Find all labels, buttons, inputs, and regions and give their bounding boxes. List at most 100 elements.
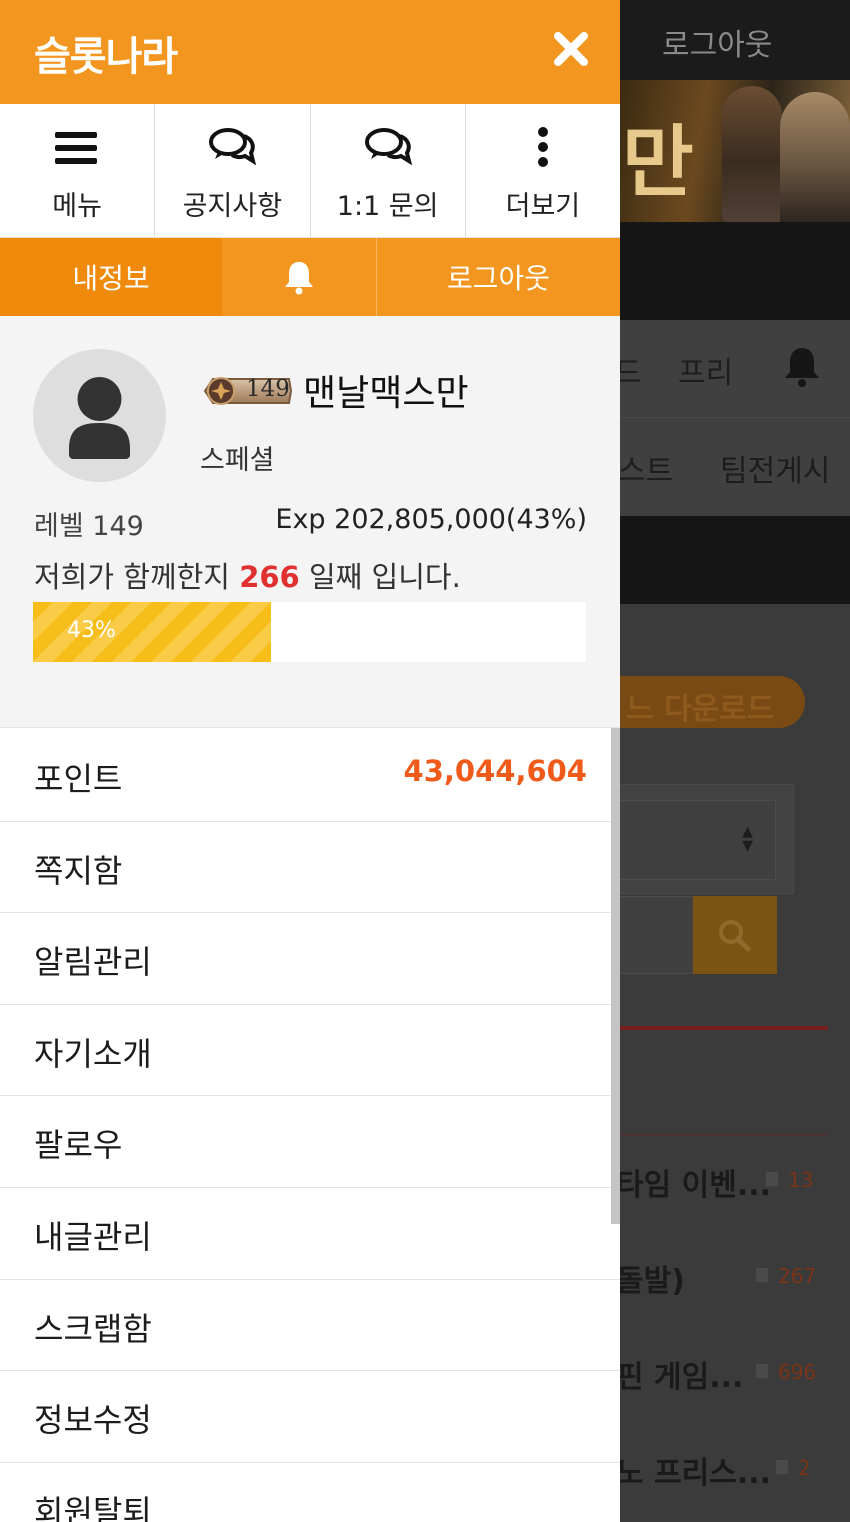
sort-arrows-icon: ▴ ▾	[741, 819, 753, 858]
search-icon	[719, 920, 751, 952]
tab-my-info[interactable]: 내정보	[0, 238, 222, 316]
bg-nav-row: 스트 팀전게시	[620, 418, 850, 516]
bg-download-button[interactable]: 느 다운로드	[620, 676, 805, 728]
tab-label: 로그아웃	[446, 262, 551, 295]
exp-progress-label: 43%	[67, 618, 116, 643]
quick-nav-inquiry[interactable]: 1:1 문의	[311, 104, 466, 237]
level-text: 레벨 149	[34, 511, 144, 542]
bg-search-button[interactable]	[693, 896, 777, 974]
membership-days: 저희가 함께한지 266 일째 입니다.	[34, 554, 461, 596]
bg-nav-item[interactable]: 스트	[620, 446, 673, 490]
days-value: 266	[239, 560, 300, 594]
bg-content: 느 다운로드 ▴ ▾ 타임 이벤... 13 돌발) 267 핀 게임... 6…	[620, 604, 850, 1522]
bg-list-count: 267	[778, 1264, 817, 1288]
side-drawer: 슬롯나라 메뉴 공지사항 1:1 문의 더보기 내정보 로그아웃 149 맨날맥…	[0, 0, 620, 1522]
bg-bell-icon[interactable]	[782, 344, 822, 388]
bg-list-title: 노 프리스...	[620, 1456, 772, 1491]
exp-text: Exp 202,805,000(43%)	[275, 504, 587, 535]
bg-list-item[interactable]: 타임 이벤... 13	[620, 1160, 836, 1203]
account-tabs: 내정보 로그아웃	[0, 238, 620, 316]
comment-icon	[756, 1268, 768, 1282]
bg-nav-item[interactable]: 팀전게시	[720, 446, 830, 490]
quick-nav-notice[interactable]: 공지사항	[155, 104, 311, 237]
site-title[interactable]: 슬롯나라	[34, 24, 178, 82]
bg-list-title: 돌발)	[620, 1264, 685, 1299]
menu-item-messages[interactable]: 쪽지함	[0, 822, 620, 914]
menu-item-notification-settings[interactable]: 알림관리	[0, 913, 620, 1005]
menu-item-label: 스크랩함	[34, 1309, 152, 1348]
menu-item-withdraw[interactable]: 회원탈퇴	[0, 1463, 620, 1522]
bg-select[interactable]: ▴ ▾	[620, 800, 776, 880]
tab-label: 내정보	[72, 262, 150, 295]
profile-card: 149 맨날맥스만 스페셜 레벨 149 Exp 202,805,000(43%…	[0, 316, 620, 728]
bell-icon	[285, 262, 313, 295]
comment-icon	[776, 1460, 788, 1474]
bg-list-item[interactable]: 돌발) 267	[620, 1256, 836, 1299]
quick-nav-label: 메뉴	[52, 191, 102, 222]
menu-item-follow[interactable]: 팔로우	[0, 1096, 620, 1188]
comment-icon	[756, 1364, 768, 1378]
menu-item-label: 팔로우	[34, 1126, 123, 1165]
bg-divider	[620, 1026, 828, 1030]
menu-item-scraps[interactable]: 스크랩함	[0, 1280, 620, 1372]
bg-banner-text: 만	[622, 118, 694, 208]
hamburger-icon	[55, 132, 98, 164]
menu-item-points[interactable]: 포인트 43,044,604	[0, 730, 620, 822]
bg-download-label: 느 다운로드	[626, 692, 775, 727]
quick-nav-label: 공지사항	[182, 191, 283, 222]
bg-list-count: 13	[788, 1168, 814, 1192]
member-grade: 스페셜	[200, 445, 275, 476]
quick-nav: 메뉴 공지사항 1:1 문의 더보기	[0, 104, 620, 238]
menu-item-label: 내글관리	[34, 1217, 152, 1256]
avatar[interactable]	[33, 349, 166, 482]
menu-item-my-posts[interactable]: 내글관리	[0, 1188, 620, 1280]
comment-icon	[766, 1172, 778, 1186]
menu-item-label: 포인트	[34, 760, 123, 798]
scrollbar[interactable]	[611, 728, 620, 1224]
menu-item-label: 회원탈퇴	[34, 1492, 152, 1522]
level-badge-number: 149	[246, 376, 290, 402]
drawer-menu: 포인트 43,044,604 쪽지함 알림관리 자기소개 팔로우 내글관리 스크…	[0, 730, 620, 1522]
bg-list-count: 2	[798, 1456, 811, 1480]
user-icon	[69, 377, 130, 459]
bg-top-bar: 로그아웃	[620, 0, 850, 80]
chat-bubbles-icon	[209, 128, 257, 166]
vertical-dots-icon	[537, 127, 548, 167]
menu-item-label: 알림관리	[34, 943, 152, 982]
background-page: 로그아웃 만 드 프리 스트 팀전게시 느 다운로드 ▴ ▾ 타임 이벤... …	[620, 0, 850, 1522]
close-icon[interactable]	[552, 30, 590, 68]
bg-banner-figure	[722, 86, 782, 222]
bg-list-count: 696	[778, 1360, 817, 1384]
menu-item-edit-profile[interactable]: 정보수정	[0, 1371, 620, 1463]
menu-item-label: 자기소개	[34, 1034, 152, 1073]
chat-bubbles-icon	[364, 128, 412, 166]
tab-notifications[interactable]	[222, 238, 377, 316]
menu-item-introduction[interactable]: 자기소개	[0, 1005, 620, 1097]
nickname: 맨날맥스만	[303, 373, 469, 414]
days-suffix: 일째 입니다.	[308, 560, 461, 594]
bg-nav-item[interactable]: 프리	[678, 348, 733, 392]
menu-item-label: 정보수정	[34, 1401, 152, 1440]
quick-nav-menu[interactable]: 메뉴	[0, 104, 156, 237]
points-value: 43,044,604	[403, 754, 587, 788]
quick-nav-more[interactable]: 더보기	[466, 104, 620, 237]
bg-list-title: 타임 이벤...	[620, 1168, 772, 1203]
bg-banner[interactable]: 만	[620, 80, 850, 222]
bg-list-item[interactable]: 노 프리스... 2	[620, 1448, 836, 1491]
quick-nav-label: 더보기	[505, 191, 581, 222]
exp-progress-bar: 43%	[33, 602, 586, 662]
tab-logout[interactable]: 로그아웃	[377, 238, 620, 316]
bg-list-item[interactable]: 핀 게임... 696	[620, 1352, 836, 1395]
bg-divider	[620, 1134, 828, 1135]
bg-logout-link[interactable]: 로그아웃	[662, 20, 772, 64]
bg-nav-item[interactable]: 드	[620, 348, 642, 392]
bg-nav-row: 드 프리	[620, 320, 850, 418]
bg-dark-strip	[620, 516, 850, 604]
bg-banner-figure	[780, 92, 850, 222]
quick-nav-label: 1:1 문의	[336, 191, 439, 222]
menu-item-label: 쪽지함	[34, 851, 123, 890]
bg-list-title: 핀 게임...	[620, 1360, 744, 1395]
drawer-header: 슬롯나라	[0, 0, 620, 104]
bg-dark-strip	[620, 222, 850, 320]
days-prefix: 저희가 함께한지	[34, 560, 230, 594]
